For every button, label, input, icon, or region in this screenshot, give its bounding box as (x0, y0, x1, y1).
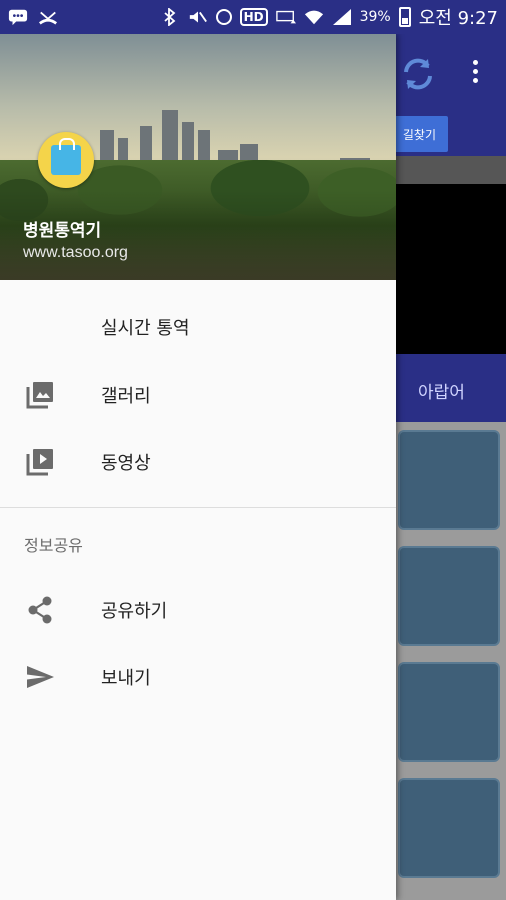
menu-item-realtime-interpretation[interactable]: 실시간 통역 (0, 293, 396, 361)
menu-item-label: 실시간 통역 (101, 318, 190, 339)
gallery-icon (24, 379, 56, 411)
tab-arabic[interactable]: 아랍어 (418, 378, 465, 403)
phrase-card[interactable] (398, 662, 500, 762)
app-logo-icon (38, 132, 94, 188)
hd-icon: HD (239, 8, 268, 26)
signal-icon (332, 9, 352, 25)
drawer-divider (0, 507, 396, 508)
phrase-card[interactable] (398, 430, 500, 530)
more-options-icon[interactable] (466, 60, 484, 90)
menu-item-label: 갤러리 (101, 386, 151, 407)
phrase-card[interactable] (398, 546, 500, 646)
app-name: 병원통역기 (23, 221, 102, 241)
missed-call-icon (38, 9, 58, 25)
drawer-header: 병원통역기 www.tasoo.org (0, 34, 396, 280)
lte-icon (275, 9, 296, 25)
refresh-icon[interactable] (398, 54, 438, 94)
section-title: 정보공유 (24, 536, 83, 555)
share-icon (24, 594, 56, 626)
mute-icon (188, 9, 208, 25)
status-bar: HD 39% 오전 9:27 (0, 0, 506, 34)
menu-item-send[interactable]: 보내기 (0, 643, 396, 711)
battery-icon (398, 7, 411, 27)
phrase-card[interactable] (398, 778, 500, 878)
battery-percent: 39% (359, 9, 391, 25)
alarm-icon (215, 9, 232, 25)
send-icon (24, 661, 56, 693)
video-icon (24, 446, 56, 478)
menu-item-label: 동영상 (101, 453, 151, 474)
bluetooth-icon (160, 8, 180, 26)
messenger-icon (8, 9, 28, 26)
menu-item-share[interactable]: 공유하기 (0, 576, 396, 644)
clock: 오전 9:27 (418, 8, 498, 29)
menu-item-label: 보내기 (101, 668, 151, 689)
app-url[interactable]: www.tasoo.org (23, 244, 128, 262)
navigation-drawer: 병원통역기 www.tasoo.org 실시간 통역 갤러리 동영상 정보공유 … (0, 34, 396, 900)
menu-item-label: 공유하기 (101, 601, 168, 622)
menu-item-gallery[interactable]: 갤러리 (0, 361, 396, 429)
menu-item-video[interactable]: 동영상 (0, 428, 396, 496)
wifi-icon (304, 9, 324, 25)
